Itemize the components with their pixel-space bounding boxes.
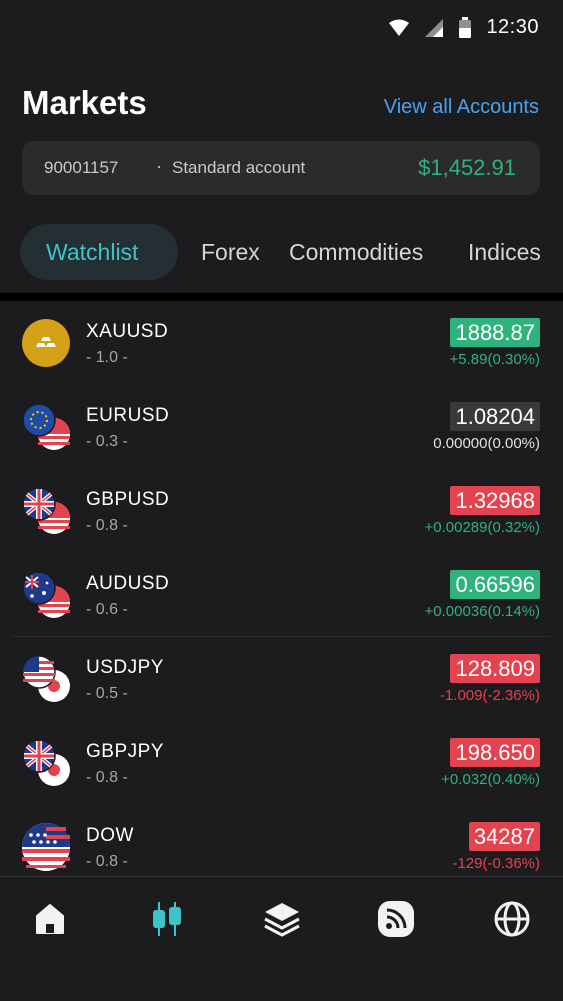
tab-commodities[interactable]: Commodities <box>289 224 423 280</box>
lot-size: - 0.5 - <box>86 685 128 702</box>
price-change: 0.00000(0.00%) <box>433 435 540 452</box>
price-badge: 0.66596 <box>450 570 540 599</box>
list-item[interactable]: XAUUSD - 1.0 - 1888.87 +5.89(0.30%) <box>0 303 563 387</box>
price-change: +0.032(0.40%) <box>441 771 540 788</box>
lot-size: - 0.8 - <box>86 517 128 534</box>
lot-size: - 0.8 - <box>86 769 128 786</box>
nav-home[interactable] <box>22 891 78 947</box>
category-tabs: Watchlist Forex Commodities Indices <box>0 224 563 282</box>
globe-icon <box>494 901 530 937</box>
status-bar: 12:30 <box>0 0 563 56</box>
price-change: -129(-0.36%) <box>452 855 540 872</box>
gold-bars-icon <box>22 319 74 371</box>
price-change: +0.00289(0.32%) <box>424 519 540 536</box>
lot-size: - 0.8 - <box>86 853 128 870</box>
symbol-name: XAUUSD <box>86 321 169 342</box>
layers-icon <box>264 903 300 937</box>
home-icon <box>36 904 64 934</box>
account-balance: $1,452.91 <box>418 155 516 180</box>
feed-icon <box>378 901 414 937</box>
price-badge: 128.809 <box>450 654 540 683</box>
tab-watchlist[interactable]: Watchlist <box>20 224 178 280</box>
list-item[interactable]: EURUSD - 0.3 - 1.08204 0.00000(0.00%) <box>0 387 563 471</box>
view-all-accounts-link[interactable]: View all Accounts <box>384 96 539 119</box>
price-change: -1.009(-2.36%) <box>439 687 540 704</box>
eu-us-flags-icon <box>22 403 74 455</box>
wifi-icon <box>389 19 410 36</box>
price-change: +0.00036(0.14%) <box>424 603 540 620</box>
list-item[interactable]: AUDUSD - 0.6 - 0.66596 +0.00036(0.14%) <box>0 555 563 639</box>
page-title: Markets <box>22 84 147 121</box>
tab-forex[interactable]: Forex <box>201 224 260 280</box>
nav-markets[interactable] <box>139 891 195 947</box>
price-badge: 1888.87 <box>450 318 540 347</box>
uk-us-flags-icon <box>22 487 74 539</box>
signal-icon <box>425 18 444 37</box>
au-us-flags-icon <box>22 571 74 623</box>
nav-layers[interactable] <box>254 891 310 947</box>
us-jp-flags-icon <box>22 655 74 707</box>
lot-size: - 0.6 - <box>86 601 128 618</box>
symbol-name: GBPUSD <box>86 489 170 510</box>
list-item[interactable]: USDJPY - 0.5 - 128.809 -1.009(-2.36%) <box>0 639 563 723</box>
status-time: 12:30 <box>486 16 539 38</box>
list-separator <box>12 636 551 637</box>
account-type: Standard account <box>172 158 306 177</box>
lot-size: - 1.0 - <box>86 349 128 366</box>
symbol-name: USDJPY <box>86 657 164 678</box>
symbol-name: DOW <box>86 825 134 846</box>
battery-icon <box>459 16 472 38</box>
list-item[interactable]: GBPUSD - 0.8 - 1.32968 +0.00289(0.32%) <box>0 471 563 555</box>
price-change: +5.89(0.30%) <box>449 351 540 368</box>
symbol-name: EURUSD <box>86 405 170 426</box>
symbol-name: GBPJPY <box>86 741 164 762</box>
account-card[interactable]: 90001157 · Standard account $1,452.91 <box>22 141 540 195</box>
markets-candles-icon <box>153 902 181 936</box>
us-flag-icon <box>22 823 74 875</box>
tab-indices[interactable]: Indices <box>468 224 541 280</box>
tabs-divider <box>0 293 563 301</box>
account-number: 90001157 <box>44 158 119 177</box>
symbol-name: AUDUSD <box>86 573 170 594</box>
list-item[interactable]: GBPJPY - 0.8 - 198.650 +0.032(0.40%) <box>0 723 563 807</box>
price-badge: 1.08204 <box>450 402 540 431</box>
price-badge: 198.650 <box>450 738 540 767</box>
lot-size: - 0.3 - <box>86 433 128 450</box>
price-badge: 1.32968 <box>450 486 540 515</box>
bottom-nav <box>0 876 563 1001</box>
account-separator: · <box>156 156 162 176</box>
nav-feed[interactable] <box>368 891 424 947</box>
nav-globe[interactable] <box>484 891 540 947</box>
uk-jp-flags-icon <box>22 739 74 791</box>
header: Markets View all Accounts <box>22 84 541 128</box>
price-badge: 34287 <box>468 822 540 851</box>
